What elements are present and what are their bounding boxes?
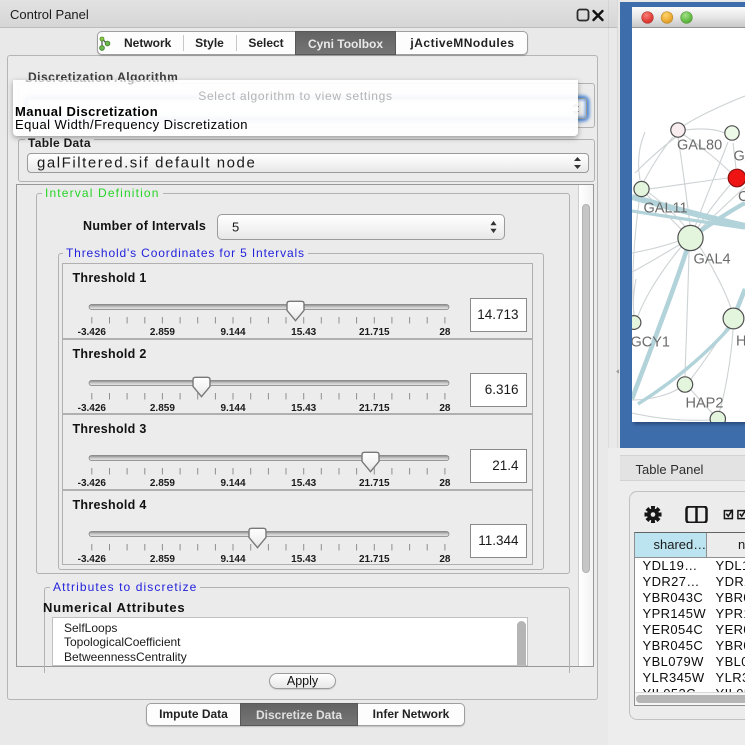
svg-text:2.859: 2.859 [149,403,174,414]
svg-text:GAL80: GAL80 [677,138,722,154]
svg-text:15.43: 15.43 [291,554,316,565]
svg-text:-3.426: -3.426 [77,327,106,338]
svg-text:-3.426: -3.426 [77,403,106,414]
svg-text:HAP2: HAP2 [686,396,724,412]
svg-text:9.144: 9.144 [220,327,245,338]
svg-text:15.43: 15.43 [291,478,316,489]
svg-text:21.715: 21.715 [359,327,390,338]
svg-text:2.859: 2.859 [149,554,174,565]
svg-text:2.859: 2.859 [149,327,174,338]
svg-text:28: 28 [439,327,451,338]
svg-text:CC: CC [738,189,745,205]
svg-text:28: 28 [439,403,451,414]
svg-text:GAL11: GAL11 [644,201,688,217]
svg-text:GCY1: GCY1 [632,335,670,351]
svg-text:2.859: 2.859 [149,478,174,489]
svg-text:15.43: 15.43 [291,403,316,414]
svg-text:HX: HX [736,334,745,350]
svg-text:28: 28 [439,478,451,489]
svg-text:21.715: 21.715 [359,478,390,489]
svg-text:-3.426: -3.426 [77,554,106,565]
svg-text:15.43: 15.43 [291,327,316,338]
svg-text:GAL: GAL [734,149,745,165]
svg-text:GAL4: GAL4 [694,252,731,268]
svg-text:-3.426: -3.426 [77,478,106,489]
svg-text:9.144: 9.144 [220,403,245,414]
svg-text:21.715: 21.715 [359,403,390,414]
svg-text:21.715: 21.715 [359,554,390,565]
svg-text:9.144: 9.144 [220,554,245,565]
svg-text:28: 28 [439,554,451,565]
svg-text:9.144: 9.144 [220,478,245,489]
